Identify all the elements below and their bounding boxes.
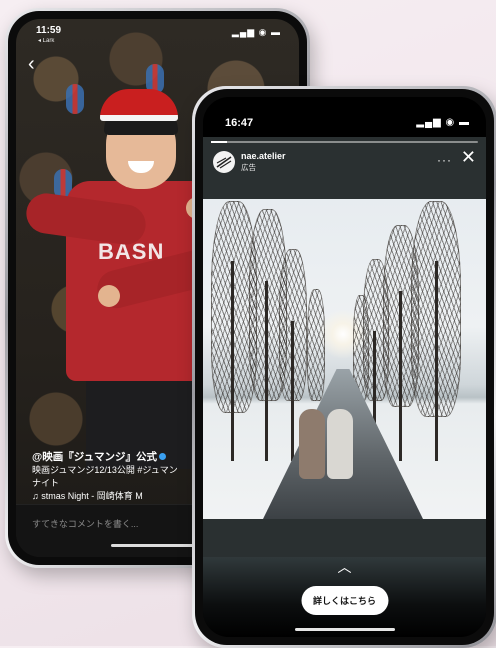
- santa-hat: [100, 89, 178, 121]
- brand-logo-icon: [216, 156, 232, 169]
- home-indicator[interactable]: [295, 628, 395, 631]
- story-progress-bar: [211, 141, 478, 143]
- more-options-icon[interactable]: ···: [437, 153, 452, 167]
- learn-more-button[interactable]: 詳しくはこちら: [300, 586, 389, 615]
- story-progress-fill: [211, 141, 228, 143]
- story-photo: [203, 199, 486, 519]
- status-back-app[interactable]: ◂ Lark: [38, 37, 54, 44]
- comment-input[interactable]: すてきなコメントを書く...: [32, 517, 138, 530]
- account-name[interactable]: nae.atelier: [241, 151, 286, 161]
- chevron-up-icon[interactable]: ︿: [338, 557, 352, 577]
- tree: [279, 249, 307, 401]
- tree: [307, 289, 325, 401]
- signal-wifi-battery-icon: ▂▄▆ ◉ ▬: [416, 117, 470, 128]
- story-screen[interactable]: 16:47 ▂▄▆ ◉ ▬ nae.atelier 広告 ··· ✕ ︿ 詳しく…: [203, 97, 486, 637]
- person-hand: [98, 285, 120, 307]
- account-handle[interactable]: @映画『ジュマンジ』公式: [32, 451, 157, 463]
- status-time: 16:47: [225, 117, 254, 129]
- status-bar: 11:59 ◂ Lark ▂▄▆ ◉ ▬: [36, 25, 281, 44]
- status-time: 11:59: [36, 25, 62, 36]
- walker: [327, 409, 353, 479]
- close-icon[interactable]: ✕: [461, 147, 476, 168]
- notch: [273, 97, 414, 119]
- story-content[interactable]: nae.atelier 広告 ··· ✕: [203, 137, 486, 583]
- front-phone: 16:47 ▂▄▆ ◉ ▬ nae.atelier 広告 ··· ✕ ︿ 詳しく…: [192, 86, 496, 648]
- sponsored-label: 広告: [241, 163, 256, 172]
- signal-wifi-battery-icon: ▂▄▆ ◉ ▬: [231, 27, 281, 37]
- verified-badge-icon: [159, 453, 167, 460]
- story-footer: ︿ 詳しくはこちら: [203, 557, 486, 637]
- walker: [299, 409, 325, 479]
- avatar[interactable]: [213, 151, 235, 173]
- back-arrow-icon[interactable]: ‹: [28, 53, 35, 76]
